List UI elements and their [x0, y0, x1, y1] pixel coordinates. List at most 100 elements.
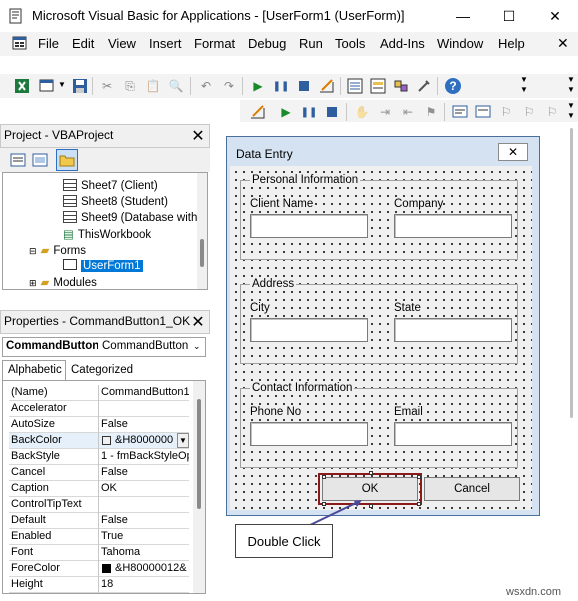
toolbar-options-icon[interactable]: ▼ ▼ [519, 75, 529, 97]
property-row[interactable]: Enabled True [9, 529, 189, 545]
view-code-icon[interactable] [8, 150, 28, 170]
close-button[interactable]: ✕ [532, 0, 578, 32]
toolbar-options-icon[interactable]: ▼ ▼ [566, 101, 576, 123]
view-object-icon[interactable] [30, 150, 50, 170]
toggle-breakpoint-icon[interactable]: ⚑ [421, 102, 441, 122]
indent-icon[interactable]: ⇥ [375, 102, 395, 122]
properties-close-icon[interactable]: ✕ [189, 313, 207, 331]
menu-run[interactable]: Run [299, 36, 323, 51]
project-close-icon[interactable]: ✕ [189, 127, 207, 145]
phone-no-textbox[interactable] [250, 422, 368, 446]
property-row[interactable]: (Name) CommandButton1 [9, 385, 189, 401]
client-name-textbox[interactable] [250, 214, 368, 238]
comment-block-icon[interactable] [450, 102, 470, 122]
selection-handle[interactable] [322, 475, 326, 479]
property-row[interactable]: AutoSize False [9, 417, 189, 433]
dropdown-arrow-icon[interactable]: ▼ [58, 80, 66, 89]
tree-node[interactable]: ⊟ ▰ Forms [29, 243, 86, 257]
undo-icon[interactable]: ↶ [196, 76, 216, 96]
maximize-button[interactable]: ☐ [486, 0, 532, 32]
tab-alphabetic[interactable]: Alphabetic [2, 360, 66, 380]
expand-icon[interactable]: ⊞ [29, 278, 37, 288]
project-explorer-icon[interactable] [345, 76, 365, 96]
tree-node[interactable]: Sheet7 (Client) [63, 179, 158, 192]
property-row-selected[interactable]: BackColor &H8000000 ▼ [9, 433, 189, 449]
menu-format[interactable]: Format [194, 36, 235, 51]
copy-icon[interactable]: ⎘ [120, 76, 140, 96]
bookmark-icon[interactable]: ⚐ [496, 102, 516, 122]
break-icon[interactable]: ❚❚ [299, 102, 319, 122]
reset-icon[interactable] [294, 76, 314, 96]
excel-view-icon[interactable] [12, 76, 32, 96]
save-icon[interactable] [70, 76, 90, 96]
paste-icon[interactable]: 📋 [143, 76, 163, 96]
design-mode-icon[interactable] [248, 102, 268, 122]
color-swatch [102, 436, 111, 445]
city-textbox[interactable] [250, 318, 368, 342]
email-textbox[interactable] [394, 422, 512, 446]
redo-icon[interactable]: ↷ [219, 76, 239, 96]
property-row[interactable]: ControlTipText [9, 497, 189, 513]
userform-body[interactable]: Personal Information Client Name Company… [230, 166, 532, 510]
uncomment-block-icon[interactable] [473, 102, 493, 122]
properties-scrollbar[interactable] [193, 381, 205, 593]
reset-icon[interactable] [322, 102, 342, 122]
toggle-folders-icon[interactable] [56, 149, 78, 171]
dropdown-arrow-icon[interactable]: ▼ [177, 433, 189, 448]
chevron-down-icon[interactable]: ⌄ [193, 341, 201, 352]
tab-categorized[interactable]: Categorized [68, 362, 138, 380]
property-row[interactable]: Caption OK [9, 481, 189, 497]
selection-handle[interactable] [369, 471, 373, 475]
property-row[interactable]: Cancel False [9, 465, 189, 481]
menu-file[interactable]: File [38, 36, 59, 51]
run-icon[interactable]: ▶ [276, 102, 296, 122]
child-close-icon[interactable]: ✕ [557, 35, 569, 52]
menu-window[interactable]: Window [437, 36, 483, 51]
tree-node[interactable]: ▤ ThisWorkbook [63, 227, 151, 241]
company-textbox[interactable] [394, 214, 512, 238]
cut-icon[interactable]: ✂ [97, 76, 117, 96]
minimize-button[interactable]: — [440, 0, 486, 32]
userform-close-icon[interactable]: ✕ [498, 143, 528, 161]
menu-view[interactable]: View [108, 36, 136, 51]
run-icon[interactable]: ▶ [248, 76, 268, 96]
find-icon[interactable]: 🔍 [166, 76, 186, 96]
property-row[interactable]: Font Tahoma [9, 545, 189, 561]
property-row[interactable]: Height 18 [9, 577, 189, 593]
tree-node[interactable]: Sheet9 (Database with [63, 211, 197, 224]
tree-node-selected[interactable]: UserForm1 [63, 259, 143, 272]
cancel-button[interactable]: Cancel [424, 477, 520, 501]
menu-options-icon[interactable]: ▼ ▼ [566, 75, 576, 97]
tree-node[interactable]: Sheet8 (Student) [63, 195, 168, 208]
break-icon[interactable]: ❚❚ [271, 76, 291, 96]
toolbox-icon[interactable] [414, 76, 434, 96]
prev-bookmark-icon[interactable]: ⚐ [542, 102, 562, 122]
menu-tools[interactable]: Tools [335, 36, 365, 51]
menu-add-ins[interactable]: Add-Ins [380, 36, 425, 51]
insert-userform-icon[interactable] [37, 76, 57, 96]
tree-node[interactable]: ⊞ ▰ Modules [29, 275, 97, 289]
object-selector[interactable]: CommandButton CommandButton ⌄ [2, 337, 206, 357]
property-row[interactable]: BackStyle 1 - fmBackStyleOp [9, 449, 189, 465]
property-row[interactable]: ForeColor &H80000012& [9, 561, 189, 577]
form-window-icon[interactable] [12, 36, 28, 52]
help-icon[interactable]: ? [443, 76, 463, 96]
collapse-icon[interactable]: ⊟ [29, 246, 37, 256]
property-row[interactable]: Default False [9, 513, 189, 529]
hand-icon[interactable]: ✋ [352, 102, 372, 122]
object-browser-icon[interactable] [391, 76, 411, 96]
design-mode-icon[interactable] [317, 76, 337, 96]
menu-debug[interactable]: Debug [248, 36, 286, 51]
menu-edit[interactable]: Edit [72, 36, 94, 51]
next-bookmark-icon[interactable]: ⚐ [519, 102, 539, 122]
outdent-icon[interactable]: ⇤ [398, 102, 418, 122]
selection-handle[interactable] [417, 475, 421, 479]
designer-scrollbar[interactable] [566, 124, 576, 424]
selection-handle[interactable] [417, 502, 421, 506]
properties-window-icon[interactable] [368, 76, 388, 96]
property-row[interactable]: Accelerator [9, 401, 189, 417]
state-textbox[interactable] [394, 318, 512, 342]
tree-scrollbar[interactable] [197, 173, 207, 289]
menu-insert[interactable]: Insert [149, 36, 182, 51]
menu-help[interactable]: Help [498, 36, 525, 51]
